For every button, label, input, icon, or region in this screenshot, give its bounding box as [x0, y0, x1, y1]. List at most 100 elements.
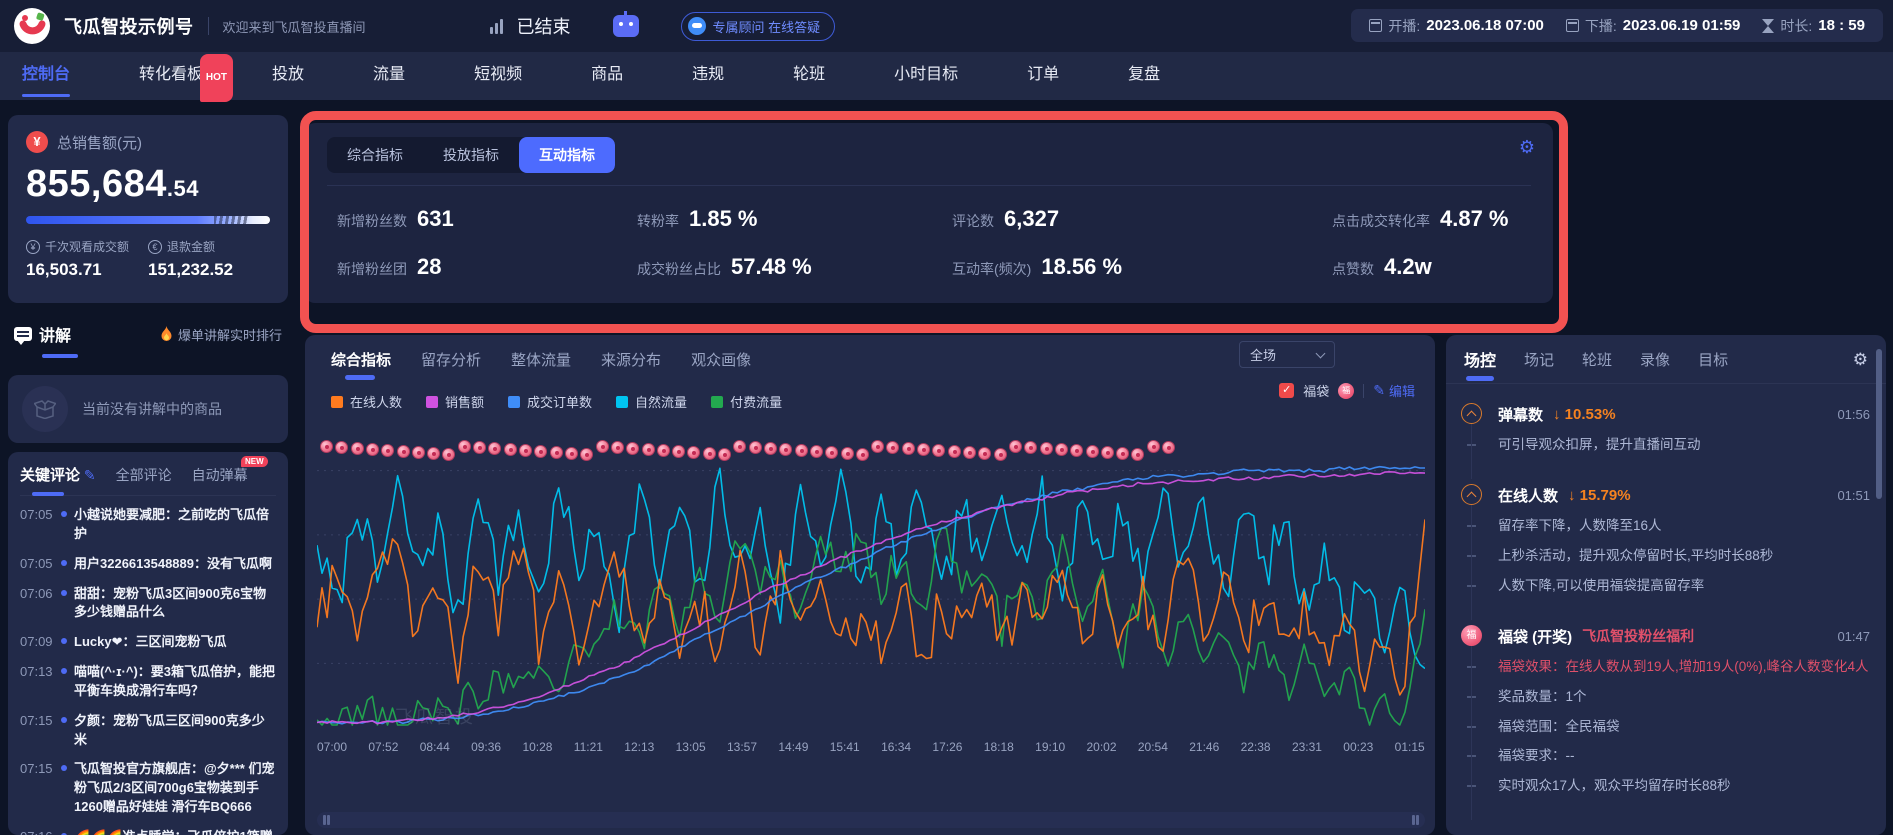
metric-label: 成交粉丝占比 — [637, 259, 721, 279]
right-tab-目标[interactable]: 目标 — [1698, 349, 1728, 382]
tab-explain[interactable]: 讲解 — [14, 322, 71, 358]
nav-item-订单[interactable]: 订单 — [1015, 52, 1071, 100]
gear-icon[interactable]: ⚙ — [1519, 137, 1535, 158]
right-tab-场控[interactable]: 场控 — [1464, 347, 1496, 383]
hot-explain-rank-link[interactable]: 爆单讲解实时排行 — [160, 325, 282, 356]
line-chart-plot[interactable] — [317, 440, 1425, 735]
metrics-tab-互动指标[interactable]: 互动指标 — [519, 137, 615, 173]
nav-item-流量[interactable]: 流量 — [361, 52, 417, 100]
sales-sub-value: 16,503.71 — [26, 260, 148, 280]
lucky-bag-marker[interactable] — [1162, 441, 1175, 454]
legend-在线人数[interactable]: 在线人数 — [331, 392, 402, 411]
lucky-bag-marker[interactable] — [351, 442, 364, 455]
lucky-bag-marker[interactable] — [1009, 440, 1022, 453]
comments-tab-关键评论[interactable]: 关键评论 ✎ — [20, 464, 96, 485]
lucky-bag-marker[interactable] — [642, 443, 655, 456]
chart-tab-留存分析[interactable]: 留存分析 — [421, 349, 481, 382]
lucky-bag-marker[interactable] — [473, 441, 486, 454]
lucky-bag-marker[interactable] — [994, 448, 1007, 461]
total-sales-value: 855,684.54 — [26, 163, 270, 206]
chart-tab-观众画像[interactable]: 观众画像 — [691, 349, 751, 382]
lucky-bag-marker[interactable] — [856, 448, 869, 461]
lucky-bag-marker[interactable] — [841, 447, 854, 460]
nav-item-短视频[interactable]: 短视频 — [462, 52, 534, 100]
legend-付费流量[interactable]: 付费流量 — [711, 392, 782, 411]
metrics-tab-综合指标[interactable]: 综合指标 — [327, 137, 423, 173]
comments-tab-自动弹幕[interactable]: 自动弹幕NEW — [192, 465, 248, 485]
x-tick-18:18: 18:18 — [984, 740, 1014, 754]
lucky-bag-marker[interactable] — [320, 440, 333, 453]
lucky-bag-marker[interactable] — [810, 445, 823, 458]
lucky-bag-marker[interactable] — [550, 446, 563, 459]
range-select[interactable]: 全场 — [1239, 341, 1335, 368]
lucky-bag-checkbox[interactable] — [1279, 383, 1294, 398]
lucky-bag-marker[interactable] — [412, 446, 425, 459]
comments-tab-全部评论[interactable]: 全部评论 — [116, 465, 172, 485]
lucky-bag-marker[interactable] — [596, 440, 609, 453]
consultant-pill[interactable]: 专属顾问 在线答疑 — [681, 12, 836, 41]
chart-tab-综合指标[interactable]: 综合指标 — [331, 349, 391, 382]
lucky-bag-marker[interactable] — [565, 447, 578, 460]
metrics-tab-投放指标[interactable]: 投放指标 — [423, 137, 519, 173]
pencil-icon: ✎ — [1373, 382, 1385, 399]
right-panel-scrollbar[interactable] — [1876, 349, 1882, 499]
datazoom-slider[interactable] — [317, 812, 1425, 828]
nav-item-投放[interactable]: 投放 — [260, 52, 316, 100]
lucky-bag-marker[interactable] — [703, 447, 716, 460]
metric-value: 57.48 % — [731, 254, 812, 280]
nav-item-轮班[interactable]: 轮班 — [781, 52, 837, 100]
lucky-bag-marker[interactable] — [718, 448, 731, 461]
lucky-bag-marker[interactable] — [397, 445, 410, 458]
lucky-bag-marker[interactable] — [963, 446, 976, 459]
nav-item-违规[interactable]: 违规 — [680, 52, 736, 100]
robot-assistant-icon[interactable] — [613, 15, 639, 37]
bullet-text: 福袋效果：在线人数从到19人,增加19人(0%),峰谷人数变化4人 — [1498, 657, 1870, 678]
control-item-title: 福袋 (开奖) — [1498, 626, 1572, 647]
nav-item-复盘[interactable]: 复盘 — [1116, 52, 1172, 100]
right-tab-轮班[interactable]: 轮班 — [1582, 349, 1612, 382]
right-tab-场记[interactable]: 场记 — [1524, 349, 1554, 382]
nav-item-商品[interactable]: 商品 — [579, 52, 635, 100]
new-badge: NEW — [241, 456, 268, 467]
x-tick-23:31: 23:31 — [1292, 740, 1322, 754]
nav-item-控制台[interactable]: 控制台 — [10, 52, 82, 100]
comment-item: 07:09Lucky❤：三区间宠粉飞瓜 — [20, 633, 276, 652]
lucky-bag-marker[interactable] — [519, 444, 532, 457]
nav-item-小时目标[interactable]: 小时目标 — [882, 52, 970, 100]
chart-tab-来源分布[interactable]: 来源分布 — [601, 349, 661, 382]
lucky-bag-marker[interactable] — [902, 442, 915, 455]
metric-label: 新增粉丝数 — [337, 211, 407, 231]
lucky-bag-marker[interactable] — [1040, 442, 1053, 455]
chart-tab-整体流量[interactable]: 整体流量 — [511, 349, 571, 382]
legend-自然流量[interactable]: 自然流量 — [616, 392, 687, 411]
metric-label: 新增粉丝团 — [337, 259, 407, 279]
edit-legend-button[interactable]: ✎编辑 — [1373, 381, 1415, 400]
lucky-bag-marker[interactable] — [795, 444, 808, 457]
legend-label: 付费流量 — [730, 392, 782, 411]
lucky-bag-marker[interactable] — [1055, 443, 1068, 456]
lucky-bag-marker[interactable] — [657, 444, 670, 457]
x-tick-08:44: 08:44 — [420, 740, 450, 754]
legend-销售额[interactable]: 销售额 — [426, 392, 484, 411]
nav-item-转化看板[interactable]: 转化看板HOT — [127, 52, 215, 100]
lucky-bag-marker[interactable] — [366, 443, 379, 456]
lucky-bag-marker[interactable] — [458, 440, 471, 453]
lucky-bag-marker[interactable] — [611, 441, 624, 454]
comment-time: 07:09 — [20, 633, 54, 652]
lucky-bag-marker[interactable] — [948, 445, 961, 458]
sales-sub-label: €退款金额 — [148, 238, 270, 255]
gear-icon[interactable]: ⚙ — [1853, 350, 1868, 380]
lucky-bag-marker[interactable] — [1147, 440, 1160, 453]
lucky-bag-marker[interactable] — [749, 441, 762, 454]
lucky-bag-marker[interactable] — [764, 442, 777, 455]
legend-swatch — [508, 396, 520, 408]
pencil-icon[interactable]: ✎ — [80, 467, 96, 483]
consultant-label: 专属顾问 在线答疑 — [713, 17, 821, 36]
control-item-bullets: 留存率下降，人数降至16人上秒杀活动，提升观众停留时长,平均时长88秒人数下降,… — [1498, 516, 1870, 597]
lucky-bag-marker[interactable] — [504, 443, 517, 456]
legend-right-controls: 福袋 ✎编辑 — [1279, 381, 1415, 400]
lucky-bag-marker[interactable] — [1101, 446, 1114, 459]
right-tab-录像[interactable]: 录像 — [1640, 349, 1670, 382]
legend-成交订单数[interactable]: 成交订单数 — [508, 392, 592, 411]
lucky-bag-marker[interactable] — [1086, 445, 1099, 458]
